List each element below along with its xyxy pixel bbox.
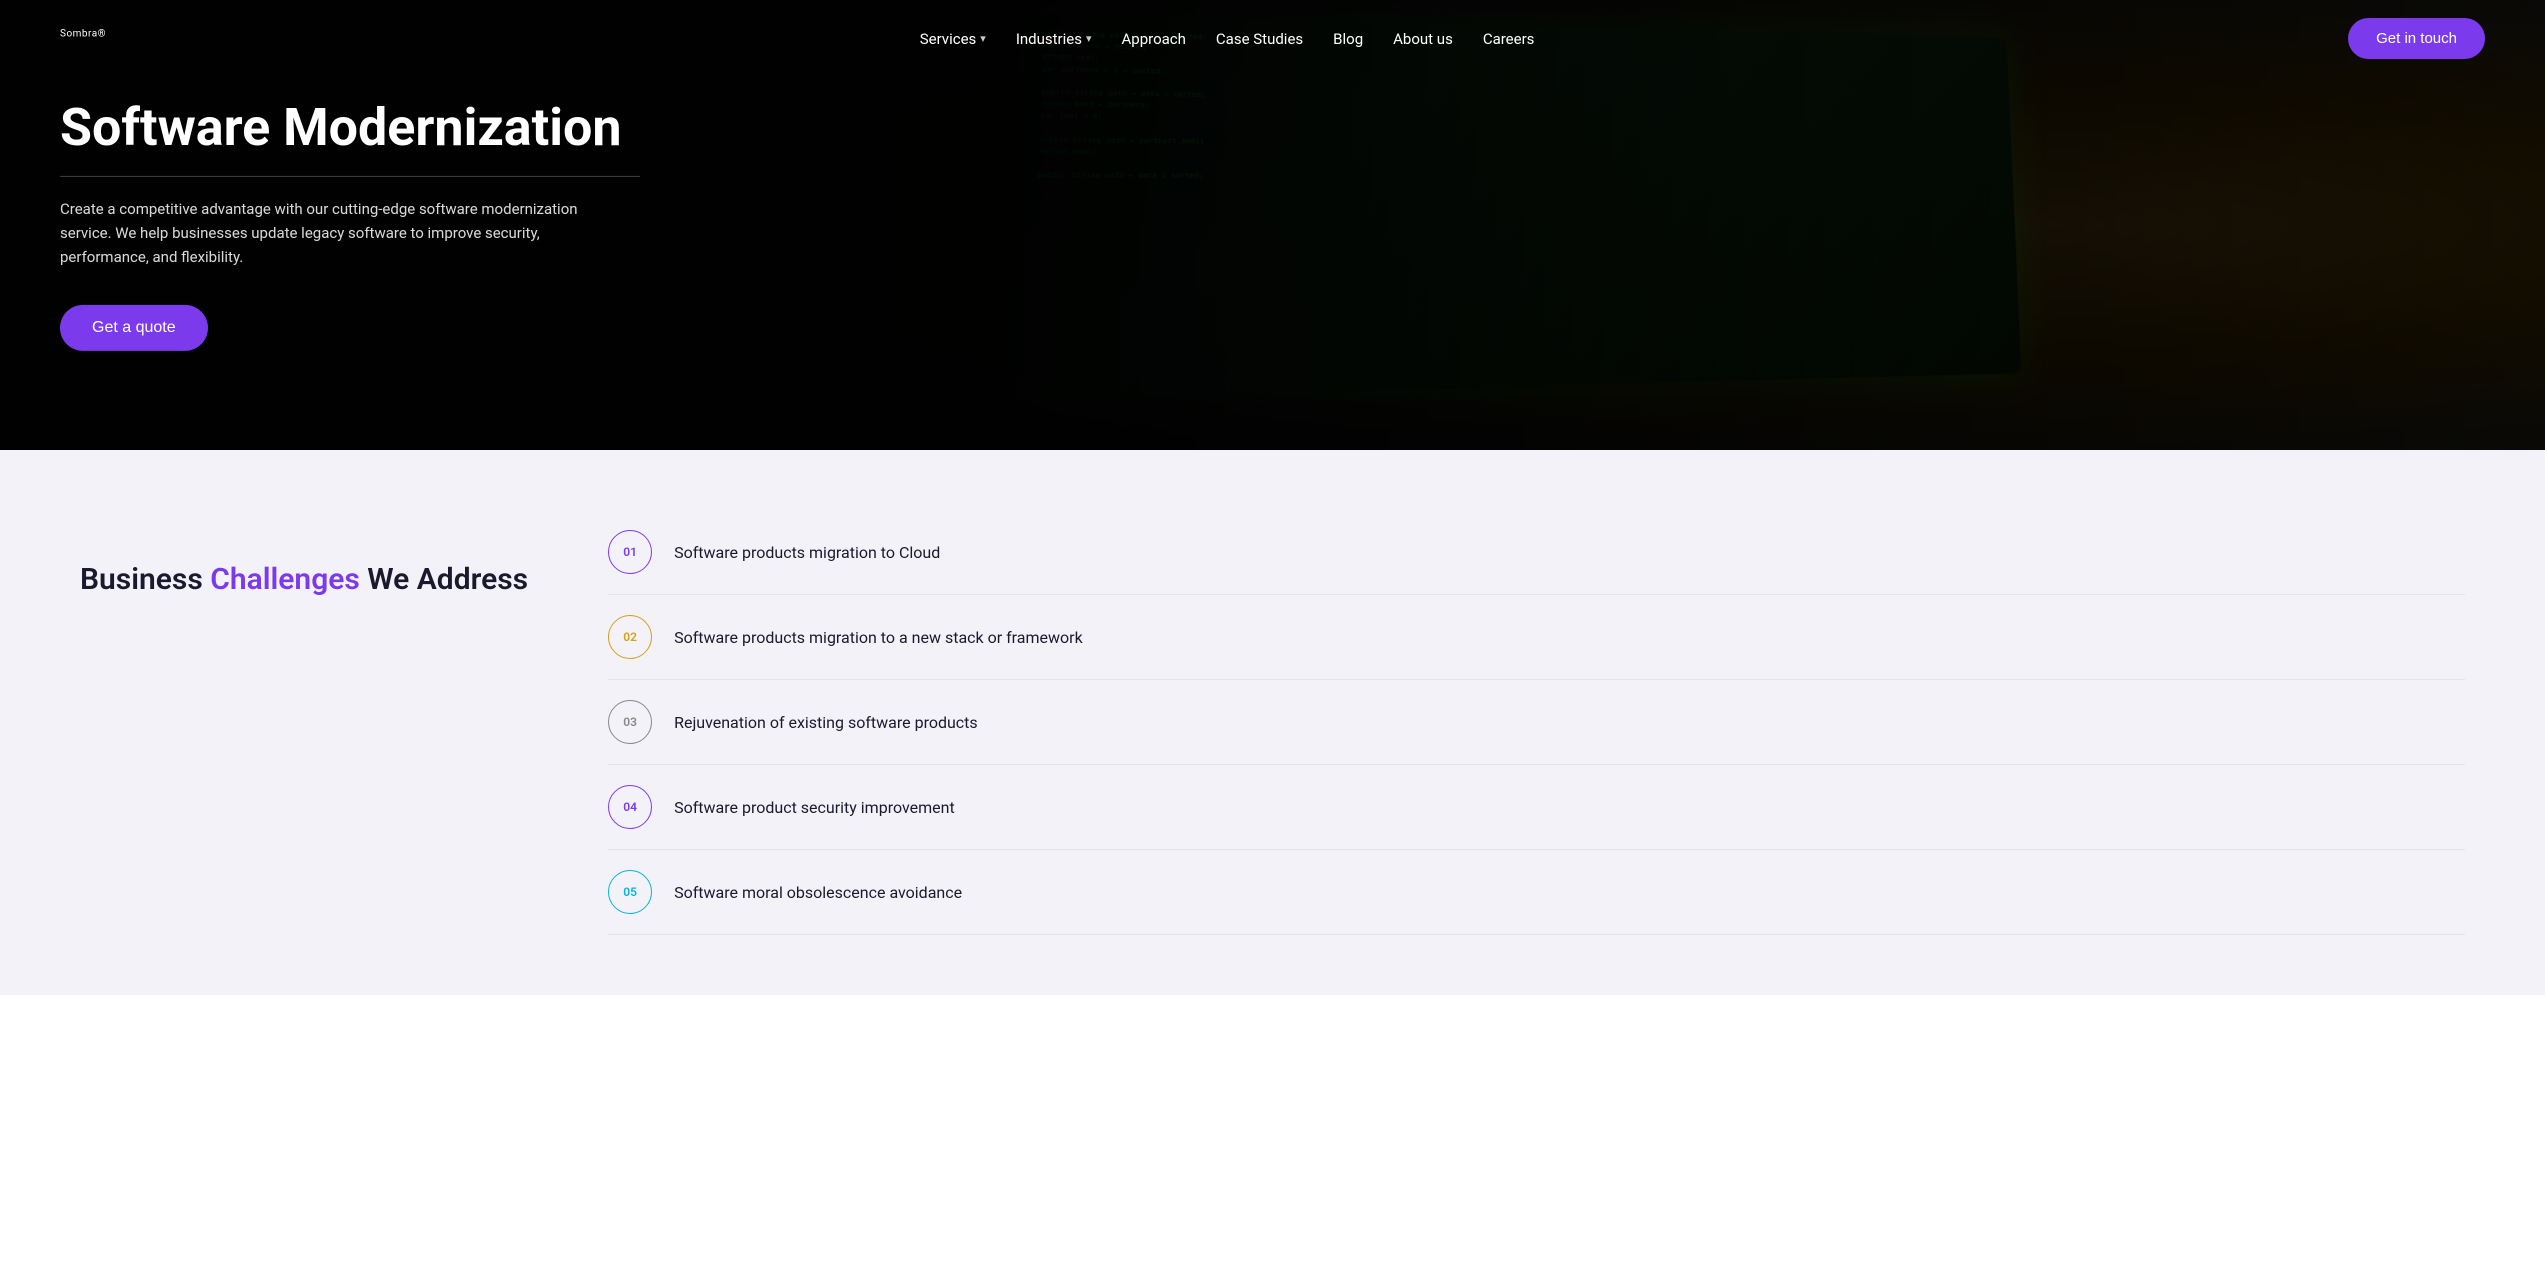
hero-divider bbox=[60, 176, 640, 177]
nav-item-services[interactable]: Services ▾ bbox=[920, 30, 986, 48]
list-item: 01 Software products migration to Cloud bbox=[608, 520, 2465, 595]
challenges-title: Business Challenges We Address bbox=[80, 560, 528, 599]
list-item: 05 Software moral obsolescence avoidance bbox=[608, 850, 2465, 935]
nav-item-industries[interactable]: Industries ▾ bbox=[1016, 30, 1092, 48]
service-label: Rejuvenation of existing software produc… bbox=[674, 713, 978, 732]
nav-item-case-studies[interactable]: Case Studies bbox=[1216, 30, 1303, 48]
nav-item-blog[interactable]: Blog bbox=[1333, 30, 1363, 48]
list-item: 03 Rejuvenation of existing software prod… bbox=[608, 680, 2465, 765]
nav-item-about-us[interactable]: About us bbox=[1393, 30, 1453, 48]
nav-links: Services ▾ Industries ▾ Approach Case Studi… bbox=[920, 30, 1535, 48]
nav-link-case-studies[interactable]: Case Studies bbox=[1216, 30, 1303, 48]
chevron-down-icon: ▾ bbox=[980, 32, 986, 45]
service-label: Software moral obsolescence avoidance bbox=[674, 883, 962, 902]
nav-link-services[interactable]: Services ▾ bbox=[920, 30, 986, 48]
get-quote-button[interactable]: Get a quote bbox=[60, 305, 208, 351]
hero-description: Create a competitive advantage with our … bbox=[60, 197, 600, 269]
service-number-badge: 04 bbox=[608, 785, 652, 829]
services-list: 01 Software products migration to Cloud 02… bbox=[608, 520, 2465, 935]
challenges-left-column: Business Challenges We Address bbox=[80, 520, 528, 599]
logo-trademark: ® bbox=[98, 29, 106, 40]
service-label: Software products migration to a new sta… bbox=[674, 628, 1083, 647]
hero-title: Software Modernization bbox=[60, 99, 640, 156]
navbar: Sombra® Services ▾ Industries ▾ Approach Ca… bbox=[0, 0, 2545, 77]
nav-link-approach[interactable]: Approach bbox=[1122, 30, 1186, 48]
logo[interactable]: Sombra® bbox=[60, 26, 106, 51]
nav-link-blog[interactable]: Blog bbox=[1333, 30, 1363, 48]
service-label: Software product security improvement bbox=[674, 798, 955, 817]
list-item: 02 Software products migration to a new s… bbox=[608, 595, 2465, 680]
service-number-badge: 02 bbox=[608, 615, 652, 659]
challenges-title-plain: Business bbox=[80, 562, 203, 597]
service-label: Software products migration to Cloud bbox=[674, 543, 940, 562]
chevron-down-icon: ▾ bbox=[1086, 32, 1092, 45]
get-in-touch-button[interactable]: Get in touch bbox=[2348, 18, 2485, 59]
nav-link-careers[interactable]: Careers bbox=[1483, 30, 1535, 48]
service-number-badge: 01 bbox=[608, 530, 652, 574]
hero-content: Software Modernization Create a competit… bbox=[60, 99, 640, 351]
lower-section: Business Challenges We Address 01 Softwar… bbox=[0, 450, 2545, 995]
service-number-badge: 03 bbox=[608, 700, 652, 744]
challenges-title-suffix: We Address bbox=[367, 562, 528, 597]
nav-item-approach[interactable]: Approach bbox=[1122, 30, 1186, 48]
nav-link-about-us[interactable]: About us bbox=[1393, 30, 1453, 48]
nav-link-industries[interactable]: Industries ▾ bbox=[1016, 30, 1092, 48]
nav-item-careers[interactable]: Careers bbox=[1483, 30, 1535, 48]
service-number-badge: 05 bbox=[608, 870, 652, 914]
list-item: 04 Software product security improvement bbox=[608, 765, 2465, 850]
challenges-title-highlight: Challenges bbox=[210, 562, 360, 597]
